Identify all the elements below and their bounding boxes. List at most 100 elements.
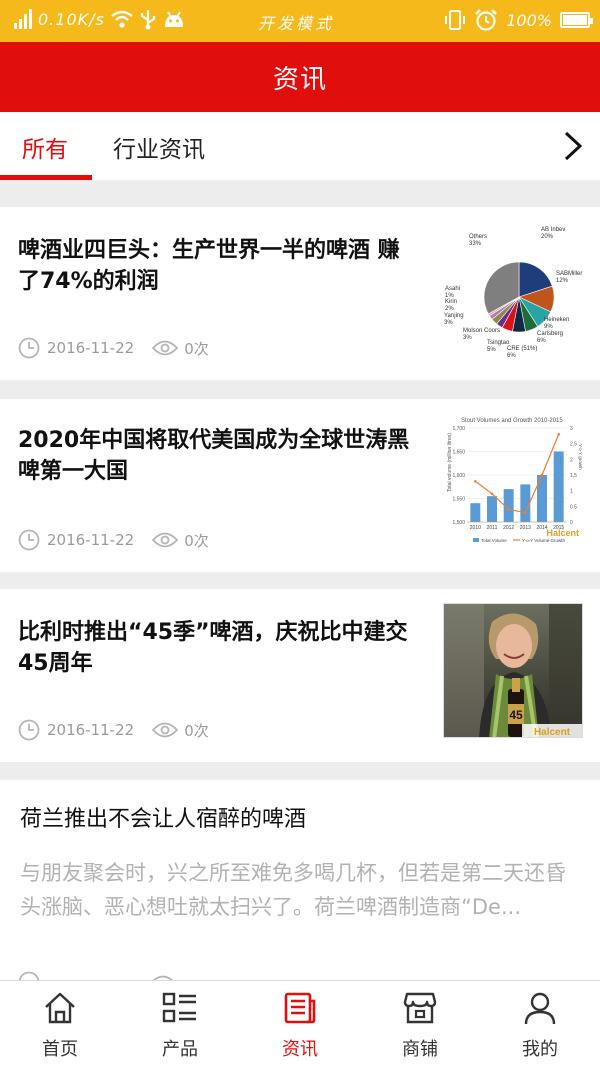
chevron-right-icon[interactable] [560, 130, 586, 162]
y-tick-label: 1,600 [452, 473, 465, 479]
y2-tick-label: 0 [570, 520, 573, 526]
network-speed: 0.10K/s [38, 9, 105, 29]
bar [520, 484, 531, 522]
article-thumbnail: Stout Volumes and Growth 2010-2015 1,700 1… [443, 414, 583, 549]
article-excerpt: 与朋友聚会时，兴之所至难免多喝几杯，但若是第二天还昏头涨脑、恶心想吐就太扫兴了。… [20, 861, 566, 919]
article-card[interactable]: 2020年中国将取代美国成为全球世涛黑啤第一大国 2016-11-22 0次 S… [0, 399, 600, 572]
user-icon [524, 992, 556, 1025]
clock-icon [18, 337, 40, 359]
usb-icon [140, 10, 155, 30]
battery-icon [560, 12, 593, 28]
pie-slice-label: CRE (51%) 6% [507, 346, 537, 359]
x-tick-label: 2012 [503, 525, 514, 531]
y2-tick-label: 3 [570, 426, 573, 432]
article-date: 2016-11-22 [47, 339, 135, 357]
eye-icon [152, 722, 179, 738]
wifi-icon [111, 10, 133, 28]
list-icon [162, 992, 196, 1023]
eye-icon [152, 532, 179, 548]
bar [487, 496, 497, 522]
y-tick-label: 1,500 [452, 520, 465, 526]
store-icon [403, 992, 437, 1024]
nav-news-label: 资讯 [282, 1039, 318, 1060]
legend-label: Y-o-Y Volume Growth [522, 538, 566, 543]
article-date: 2016-11-22 [47, 721, 135, 739]
status-bar: 0.10K/s 开发模式 100% [0, 0, 600, 42]
clock-icon [18, 719, 40, 741]
bottle-label: 45 [509, 708, 523, 722]
x-tick-label: 2013 [520, 525, 531, 531]
y-tick-label: 1,650 [452, 450, 465, 456]
nav-stores[interactable]: 商铺 [360, 981, 480, 1067]
bar [553, 451, 564, 522]
tab-all[interactable]: 所有 [22, 130, 68, 164]
vibrate-icon [445, 10, 466, 30]
article-meta: 2016-11-22 0次 [18, 337, 209, 359]
growth-point [507, 508, 510, 511]
growth-point [540, 473, 544, 477]
active-tab-indicator [0, 175, 92, 180]
x-tick-label: 2010 [470, 525, 481, 531]
nav-profile[interactable]: 我的 [480, 981, 600, 1067]
tab-industry-news[interactable]: 行业资讯 [113, 130, 205, 164]
article-title: 比利时推出“45季”啤酒，庆祝比中建交45周年 [18, 620, 408, 676]
pie-slice-label: Carlsberg 6% [537, 331, 563, 344]
battery-percent: 100% [506, 10, 552, 30]
pie-slice-label: Kirin 2% [445, 299, 457, 312]
nav-stores-label: 商铺 [402, 1039, 438, 1060]
nav-home-label: 首页 [42, 1039, 78, 1060]
eye-icon [152, 340, 179, 356]
growth-point [557, 432, 560, 436]
pie-slice-label: Others 33% [469, 234, 487, 247]
pie-slice-label: AB Inbev 20% [541, 227, 565, 240]
article-views: 0次 [184, 339, 209, 358]
article-meta: 2016-11-22 0次 [18, 529, 209, 551]
y2-axis-label: Y-o-Y growth [578, 444, 583, 470]
growth-point [490, 492, 494, 496]
article-title: 荷兰推出不会让人宿醉的啤酒 [20, 807, 307, 832]
pie-slice-label: Yanjing 3% [444, 313, 464, 326]
status-right: 100% [444, 8, 593, 32]
nav-products-label: 产品 [162, 1039, 198, 1060]
pie-slice-label: SABMiller 12% [556, 271, 582, 284]
chart-title: Stout Volumes and Growth 2010-2015 [461, 418, 563, 424]
x-tick-label: 2011 [487, 525, 498, 531]
bottom-navigation: 首页 产品 资讯 商铺 我的 [0, 980, 600, 1067]
thumb-watermark: Halcent [534, 727, 571, 738]
y-tick-label: 1,700 [452, 426, 465, 432]
pie-slice-label: Heineken 9% [544, 317, 569, 330]
legend-label: Total Volume [481, 538, 507, 543]
y2-tick-label: 2.5 [570, 442, 577, 448]
article-card[interactable]: 比利时推出“45季”啤酒，庆祝比中建交45周年 2016-11-22 0次 45… [0, 589, 600, 762]
category-tabs: 所有 行业资讯 [0, 112, 600, 180]
article-meta: 2016-11-22 0次 [18, 719, 209, 741]
y2-tick-label: 1 [570, 489, 573, 495]
news-icon [284, 992, 316, 1024]
y-tick-label: 1,550 [452, 497, 465, 503]
article-title: 啤酒业四巨头：生产世界一半的啤酒 赚了74%的利润 [18, 238, 400, 294]
y-axis-label: Total volume (million litres) [447, 433, 453, 492]
nav-news[interactable]: 资讯 [240, 981, 360, 1067]
y2-tick-label: 2 [570, 457, 573, 463]
page-title: 资讯 [272, 64, 327, 95]
bar [470, 503, 481, 522]
y2-tick-label: 0.5 [570, 504, 577, 510]
legend-swatch [473, 538, 479, 542]
pie-slice-label: Asahi 1% [445, 286, 460, 299]
nav-profile-label: 我的 [522, 1039, 558, 1060]
alarm-icon [475, 9, 498, 31]
article-title: 2020年中国将取代美国成为全球世涛黑啤第一大国 [18, 428, 410, 484]
bar-line-chart: Stout Volumes and Growth 2010-2015 1,700 1… [443, 414, 583, 549]
article-views: 0次 [184, 531, 209, 550]
growth-point [524, 511, 527, 514]
nav-products[interactable]: 产品 [120, 981, 240, 1067]
growth-point [474, 479, 477, 483]
y2-tick-label: 1.5 [570, 473, 577, 479]
article-card[interactable]: 啤酒业四巨头：生产世界一半的啤酒 赚了74%的利润 2016-11-22 0次 … [0, 207, 600, 380]
article-views: 0次 [184, 721, 209, 740]
article-card[interactable]: 荷兰推出不会让人宿醉的啤酒 与朋友聚会时，兴之所至难免多喝几杯，但若是第二天还昏… [0, 780, 600, 993]
thumb-watermark: Halcent [546, 528, 579, 538]
title-bar: 资讯 [0, 42, 600, 112]
nav-home[interactable]: 首页 [0, 981, 120, 1067]
pie-chart: AB Inbev 20% SABMiller 12% Heineken 9%Carlsbe… [444, 227, 582, 359]
